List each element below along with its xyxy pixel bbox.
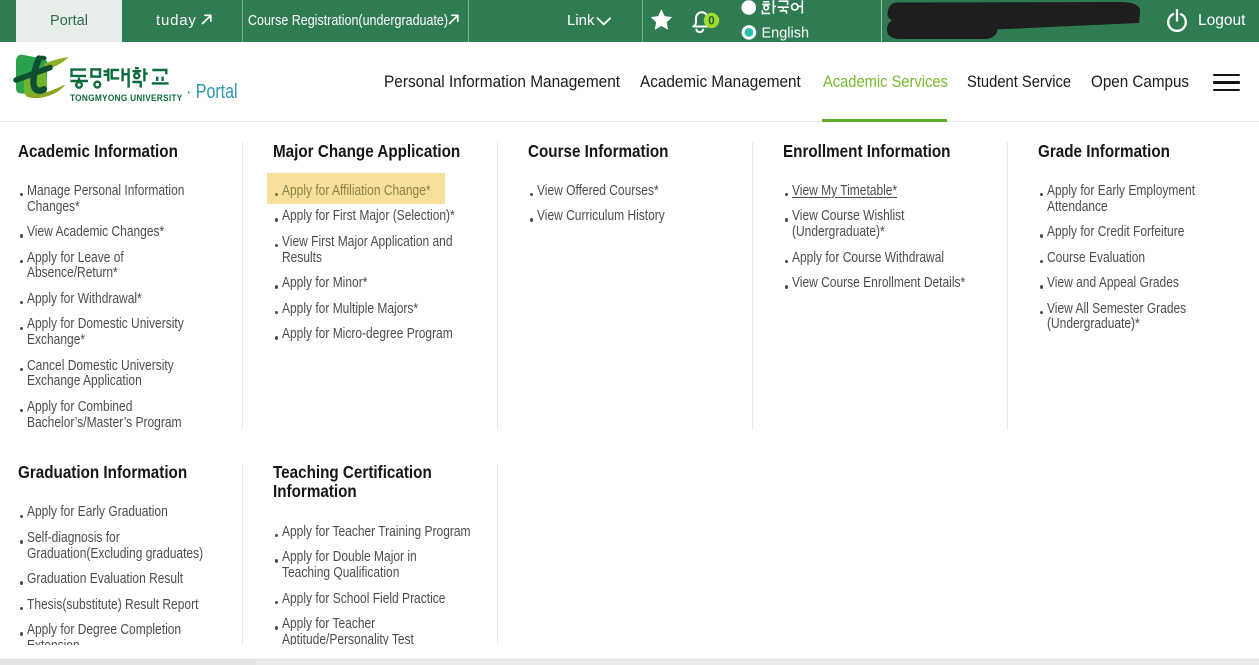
svg-text:English: English <box>762 25 810 41</box>
svg-text:0: 0 <box>708 16 714 28</box>
